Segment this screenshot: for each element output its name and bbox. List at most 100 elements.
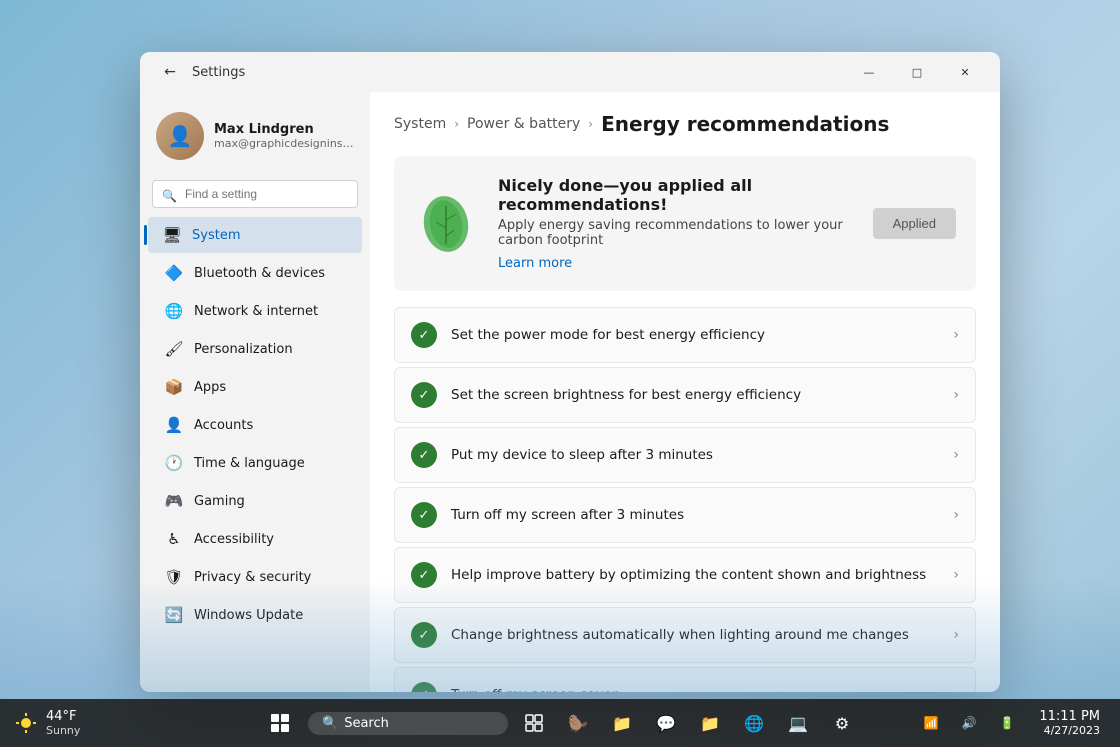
chevron-right-icon: › (953, 687, 959, 692)
taskbar-clock[interactable]: 11:11 PM 4/27/2023 (1031, 705, 1108, 741)
taskbar-search[interactable]: 🔍 Search (308, 712, 508, 735)
accessibility-icon: ♿ (164, 529, 184, 549)
search-input[interactable] (152, 180, 358, 208)
nav-label-personalization: Personalization (194, 342, 293, 357)
main-content: System › Power & battery › Energy recomm… (370, 92, 1000, 692)
title-bar: ← Settings — □ ✕ (140, 52, 1000, 92)
pinned-app-5[interactable]: 🌐 (736, 705, 772, 741)
nav-item-personalization[interactable]: 🖌 Personalization (148, 331, 362, 367)
rec-item[interactable]: ✓ Turn off my screen saver › (394, 667, 976, 692)
settings-taskbar-icon[interactable]: ⚙ (824, 705, 860, 741)
pinned-app-4[interactable]: 📁 (692, 705, 728, 741)
nav-label-accessibility: Accessibility (194, 532, 274, 547)
nav-item-gaming[interactable]: 🎮 Gaming (148, 483, 362, 519)
rec-item[interactable]: ✓ Set the screen brightness for best ene… (394, 367, 976, 423)
condition: Sunny (46, 724, 80, 737)
rec-label: Turn off my screen after 3 minutes (451, 507, 939, 523)
recommendations-list: ✓ Set the power mode for best energy eff… (394, 307, 976, 692)
nav-item-apps[interactable]: 📦 Apps (148, 369, 362, 405)
windows-logo (271, 714, 289, 732)
taskbar-left: 44°F Sunny (12, 709, 88, 737)
rec-item[interactable]: ✓ Change brightness automatically when l… (394, 607, 976, 663)
nav-label-bluetooth: Bluetooth & devices (194, 266, 325, 281)
search-icon: 🔍 (162, 189, 177, 203)
settings-window: ← Settings — □ ✕ 👤 Max Lindgren max@grap… (140, 52, 1000, 692)
chevron-right-icon: › (953, 567, 959, 583)
network-icon: 🌐 (164, 301, 184, 321)
bluetooth-icon: 🔷 (164, 263, 184, 283)
check-icon: ✓ (411, 382, 437, 408)
chevron-right-icon: › (953, 627, 959, 643)
desktop: ← Settings — □ ✕ 👤 Max Lindgren max@grap… (0, 0, 1120, 747)
breadcrumb-current: Energy recommendations (601, 112, 889, 136)
hero-card: Nicely done—you applied all recommendati… (394, 156, 976, 291)
rec-label: Set the power mode for best energy effic… (451, 327, 939, 343)
nav-item-network[interactable]: 🌐 Network & internet (148, 293, 362, 329)
maximize-button[interactable]: □ (894, 56, 940, 88)
rec-item[interactable]: ✓ Set the power mode for best energy eff… (394, 307, 976, 363)
breadcrumb: System › Power & battery › Energy recomm… (394, 112, 976, 136)
close-button[interactable]: ✕ (942, 56, 988, 88)
search-field-container: 🔍 (140, 176, 370, 216)
rec-item[interactable]: ✓ Put my device to sleep after 3 minutes… (394, 427, 976, 483)
pinned-app-3[interactable]: 💬 (648, 705, 684, 741)
check-icon: ✓ (411, 322, 437, 348)
chevron-right-icon: › (953, 387, 959, 403)
battery-icon[interactable]: 🔋 (989, 705, 1025, 741)
learn-more-link[interactable]: Learn more (498, 256, 572, 271)
chevron-right-icon: › (953, 507, 959, 523)
nav-label-system: System (192, 228, 240, 243)
nav-item-update[interactable]: 🔄 Windows Update (148, 597, 362, 633)
nav-label-apps: Apps (194, 380, 226, 395)
temperature: 44°F (46, 709, 77, 724)
breadcrumb-sep-2: › (588, 117, 593, 131)
check-icon: ✓ (411, 502, 437, 528)
date-display: 4/27/2023 (1039, 724, 1100, 737)
rec-label: Change brightness automatically when lig… (451, 627, 939, 643)
nav-item-accessibility[interactable]: ♿ Accessibility (148, 521, 362, 557)
hero-title: Nicely done—you applied all recommendati… (498, 176, 853, 214)
hero-text: Nicely done—you applied all recommendati… (498, 176, 853, 271)
breadcrumb-power[interactable]: Power & battery (467, 116, 580, 132)
pinned-app-6[interactable]: 💻 (780, 705, 816, 741)
hero-subtitle: Apply energy saving recommendations to l… (498, 218, 853, 248)
taskbar-search-label: Search (344, 716, 389, 731)
pinned-app-1[interactable]: 🦫 (560, 705, 596, 741)
pinned-app-2[interactable]: 📁 (604, 705, 640, 741)
back-button[interactable]: ← (156, 58, 184, 86)
volume-icon[interactable]: 🔊 (951, 705, 987, 741)
nav-label-time: Time & language (194, 456, 305, 471)
check-icon: ✓ (411, 682, 437, 692)
sidebar: 👤 Max Lindgren max@graphicdesigninstitut… (140, 92, 370, 692)
rec-label: Set the screen brightness for best energ… (451, 387, 939, 403)
breadcrumb-system[interactable]: System (394, 116, 446, 132)
weather-info: 44°F Sunny (46, 709, 80, 737)
taskbar-right: 📶 🔊 🔋 11:11 PM 4/27/2023 (913, 705, 1108, 741)
user-profile[interactable]: 👤 Max Lindgren max@graphicdesigninstitut… (140, 100, 370, 176)
nav-item-bluetooth[interactable]: 🔷 Bluetooth & devices (148, 255, 362, 291)
apps-icon: 📦 (164, 377, 184, 397)
nav-label-update: Windows Update (194, 608, 303, 623)
rec-item[interactable]: ✓ Turn off my screen after 3 minutes › (394, 487, 976, 543)
system-tray: 📶 🔊 🔋 (913, 705, 1025, 741)
network-tray-icon[interactable]: 📶 (913, 705, 949, 741)
applied-button: Applied (873, 208, 956, 239)
minimize-button[interactable]: — (846, 56, 892, 88)
avatar: 👤 (156, 112, 204, 160)
title-bar-left: ← Settings (156, 58, 245, 86)
nav-label-accounts: Accounts (194, 418, 253, 433)
rec-label: Turn off my screen saver (451, 687, 939, 692)
taskview-button[interactable] (516, 705, 552, 741)
nav-item-privacy[interactable]: 🛡 Privacy & security (148, 559, 362, 595)
start-button[interactable] (260, 703, 300, 743)
rec-label: Put my device to sleep after 3 minutes (451, 447, 939, 463)
taskbar-search-icon: 🔍 (322, 716, 338, 731)
chevron-right-icon: › (953, 447, 959, 463)
breadcrumb-sep-1: › (454, 117, 459, 131)
nav-item-accounts[interactable]: 👤 Accounts (148, 407, 362, 443)
nav-item-system[interactable]: 🖥 System (148, 217, 362, 253)
rec-item[interactable]: ✓ Help improve battery by optimizing the… (394, 547, 976, 603)
gaming-icon: 🎮 (164, 491, 184, 511)
check-icon: ✓ (411, 622, 437, 648)
nav-item-time[interactable]: 🕐 Time & language (148, 445, 362, 481)
